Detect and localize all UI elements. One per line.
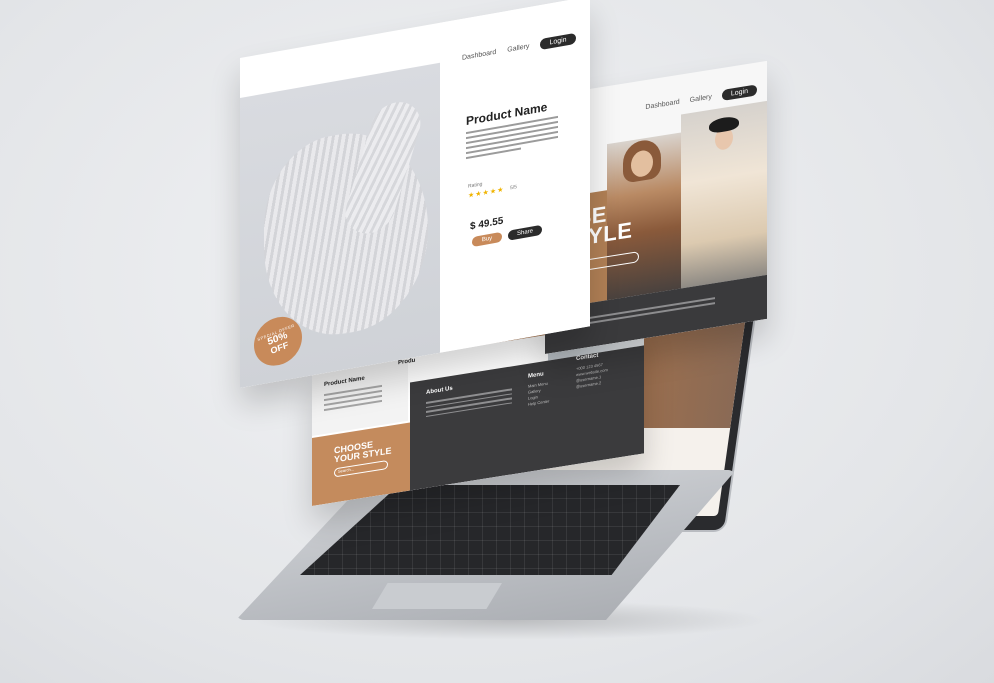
product-card-description: [324, 384, 382, 414]
model-photo-hat: [681, 100, 767, 289]
buy-button[interactable]: Buy: [472, 231, 502, 248]
mockup-scene: Product Name Produ CHOOSE YOUR STYLE Sea…: [0, 0, 994, 683]
contact-list: +000 123 4567 www.website.com @username.…: [576, 361, 608, 390]
login-button[interactable]: Login: [540, 32, 576, 51]
menu-title: Menu: [528, 371, 544, 380]
product-photo: SPECIAL OFFER 50% OFF: [240, 62, 440, 388]
nav-dashboard[interactable]: Dashboard: [462, 49, 496, 62]
product-info: Dashboard Gallery Login Product Name Rat…: [440, 0, 590, 353]
login-button[interactable]: Login: [721, 84, 757, 101]
product-panel: SPECIAL OFFER 50% OFF Dashboard Gallery …: [240, 0, 590, 389]
nav-dashboard[interactable]: Dashboard: [645, 99, 679, 111]
laptop-trackpad: [372, 583, 502, 609]
product-price: $ 49.55: [470, 215, 504, 233]
rating-count: 5/5: [510, 184, 517, 192]
about-title: About Us: [426, 385, 453, 396]
hat-shape: [709, 115, 739, 135]
share-button[interactable]: Share: [508, 224, 542, 241]
product-nav: Dashboard Gallery Login: [462, 32, 576, 64]
menu-list: Main Menu Gallery Login Help Center: [528, 380, 549, 407]
cta-search-placeholder: Search...: [338, 466, 355, 474]
nav-gallery[interactable]: Gallery: [690, 94, 712, 105]
nav-gallery[interactable]: Gallery: [507, 43, 529, 54]
product-card-title: Product Name: [324, 375, 365, 389]
